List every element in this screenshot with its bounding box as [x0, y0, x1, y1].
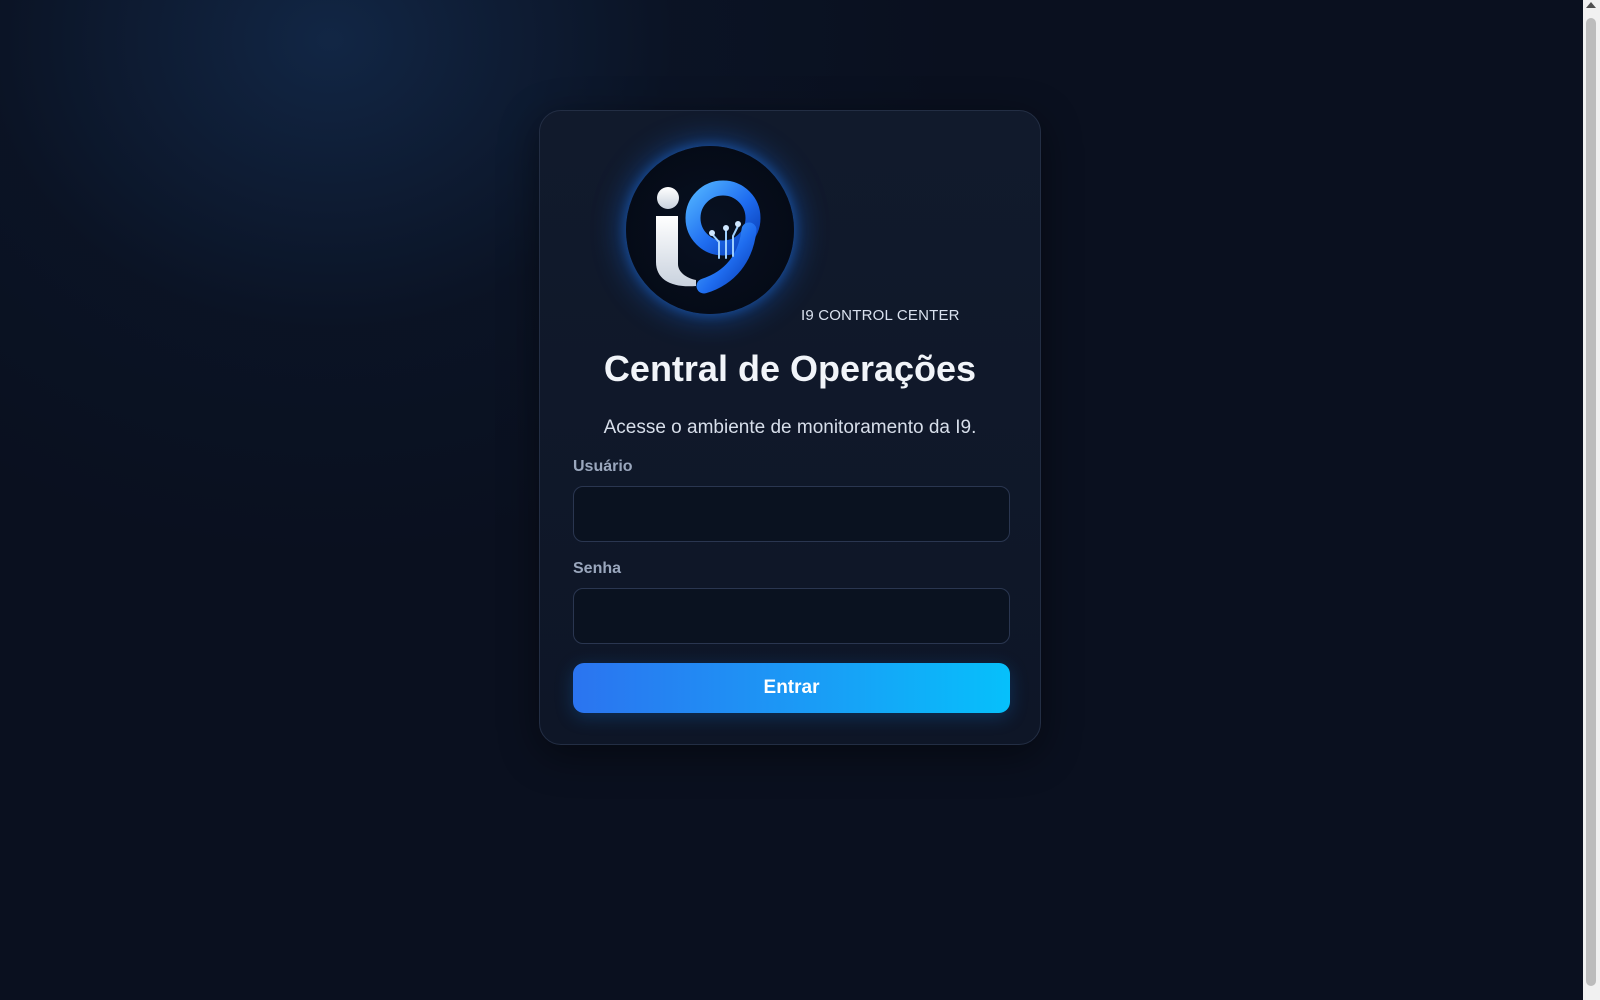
username-input[interactable] [573, 486, 1010, 542]
username-label: Usuário [573, 458, 633, 475]
login-button[interactable]: Entrar [573, 663, 1010, 713]
page-title: Central de Operações [603, 348, 977, 389]
password-input[interactable] [573, 588, 1010, 644]
scroll-up-arrow-icon[interactable] [1586, 2, 1596, 8]
i9-logo-icon [626, 146, 794, 314]
page-subtitle: Acesse o ambiente de monitoramento da I9… [603, 417, 977, 438]
vertical-scrollbar[interactable] [1583, 0, 1600, 1000]
password-label: Senha [573, 560, 622, 577]
scrollbar-thumb[interactable] [1586, 18, 1596, 986]
brand-tagline: I9 CONTROL CENTER [801, 307, 960, 324]
login-card: I9 CONTROL CENTER Central de Operações A… [539, 110, 1041, 745]
